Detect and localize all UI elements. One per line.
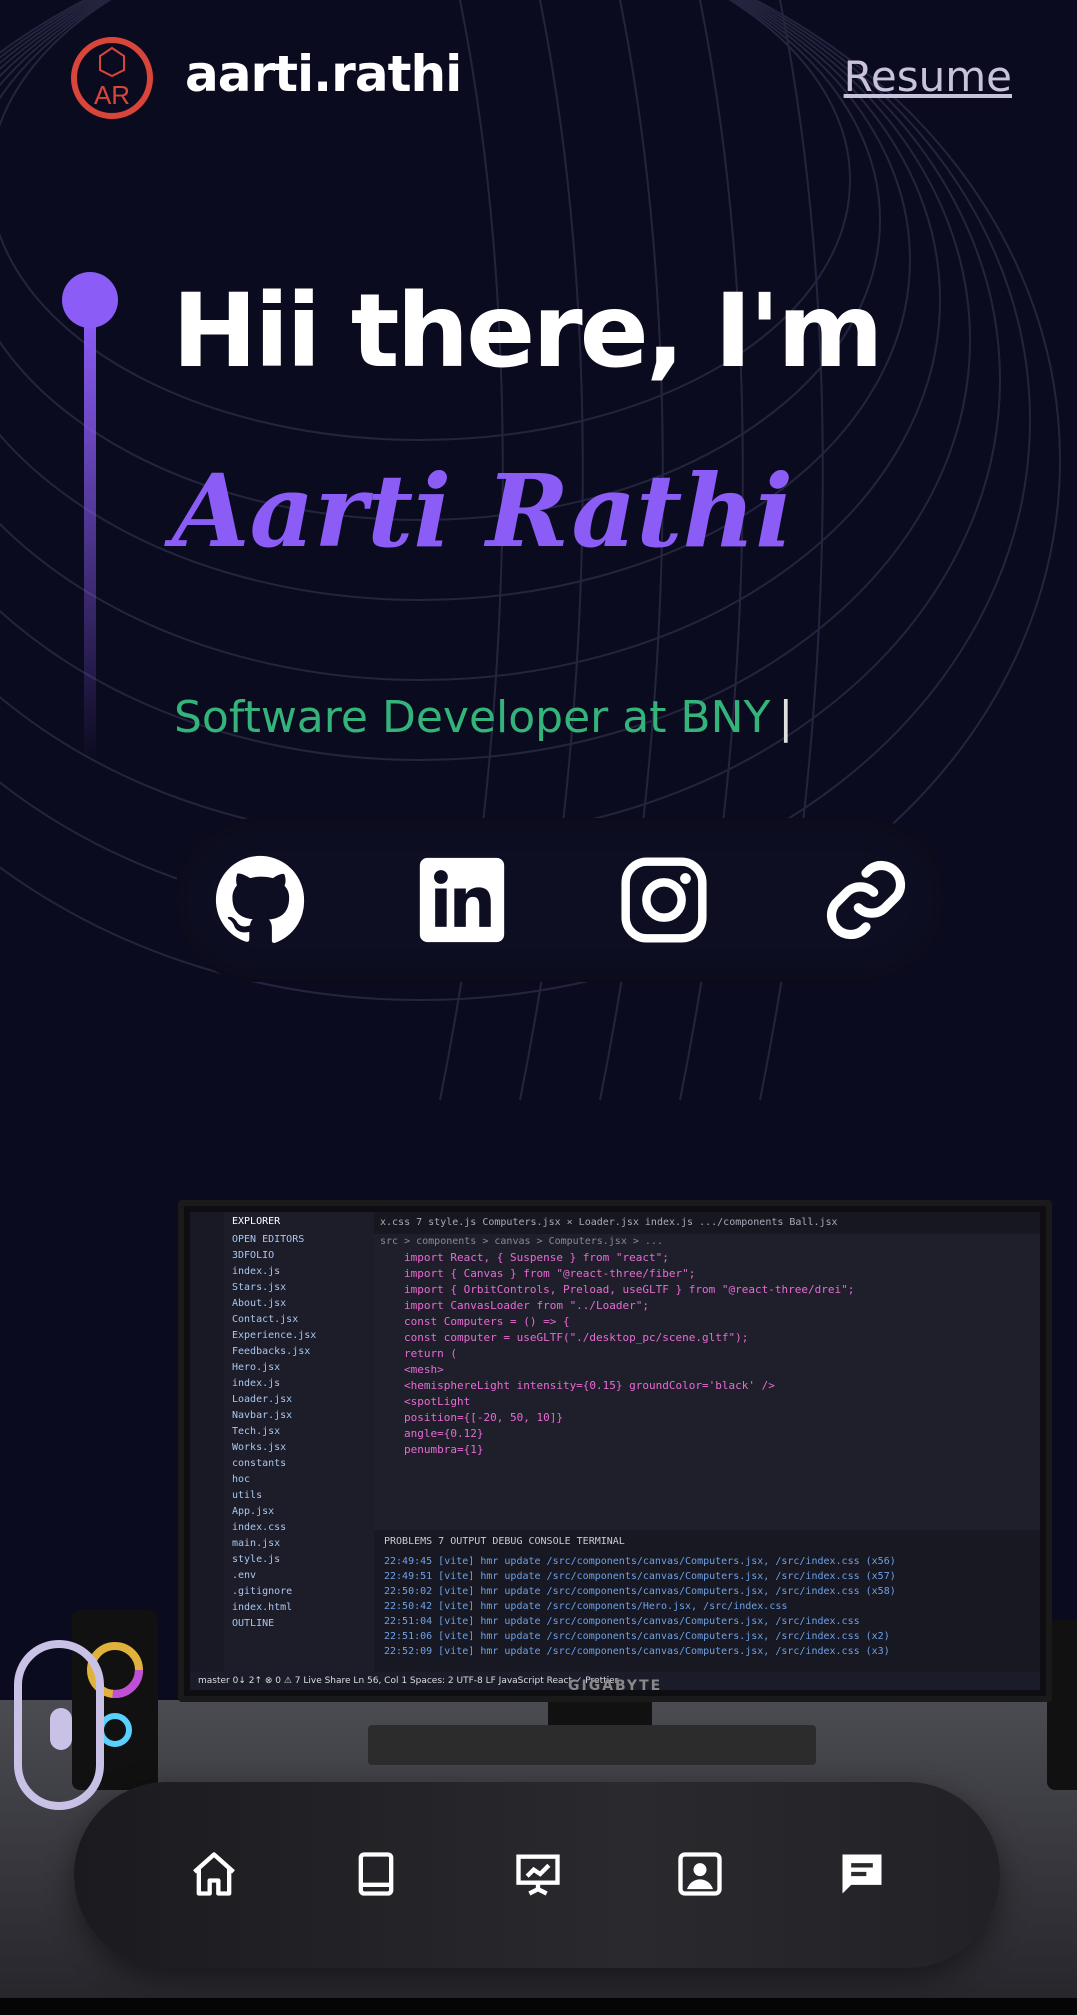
logo-text: AR <box>94 80 130 110</box>
editor-breadcrumb: src > components > canvas > Computers.js… <box>374 1234 1040 1250</box>
book-icon <box>358 1852 394 1896</box>
explorer-item: hoc <box>232 1474 251 1485</box>
nav-book[interactable] <box>348 1846 404 1902</box>
code-line: const computer = useGLTF("./desktop_pc/s… <box>404 1331 749 1344</box>
explorer-item: OUTLINE <box>232 1618 275 1629</box>
vscode-terminal: PROBLEMS 7 OUTPUT DEBUG CONSOLE TERMINAL… <box>374 1530 1040 1672</box>
terminal-lines: 22:49:45 [vite] hmr update /src/componen… <box>374 1554 1040 1659</box>
explorer-list: OPEN EDITORS 3DFOLIO index.js Stars.jsx Abou… <box>224 1232 374 1632</box>
vscode-editor: x.css 7 style.js Computers.jsx × Loader.… <box>374 1212 1040 1530</box>
code-line: penumbra={1} <box>404 1443 484 1456</box>
terminal-line: 22:49:45 [vite] hmr update /src/componen… <box>384 1556 896 1567</box>
explorer-item: Loader.jsx <box>232 1394 293 1405</box>
monitor-base <box>368 1725 816 1765</box>
explorer-item: utils <box>232 1490 263 1501</box>
code-line: <hemisphereLight intensity={0.15} ground… <box>404 1379 775 1392</box>
terminal-line: 22:50:02 [vite] hmr update /src/componen… <box>384 1586 896 1597</box>
code-line: import React, { Suspense } from "react"; <box>404 1251 669 1264</box>
code-line: <mesh> <box>404 1363 444 1376</box>
scroll-indicator[interactable] <box>14 1640 104 1810</box>
hero-greeting: Hii there, I'm <box>172 272 884 391</box>
explorer-item: Navbar.jsx <box>232 1410 293 1421</box>
scroll-dot <box>50 1708 72 1750</box>
explorer-item: Stars.jsx <box>232 1282 287 1293</box>
hero-name: Aarti Rathi <box>172 452 794 570</box>
explorer-item: index.js <box>232 1266 281 1277</box>
explorer-item: Hero.jsx <box>232 1362 281 1373</box>
instagram-icon <box>621 857 707 943</box>
code-line: import CanvasLoader from "../Loader"; <box>404 1299 650 1312</box>
explorer-item: .env <box>232 1570 257 1581</box>
logo[interactable]: AR <box>68 34 156 122</box>
explorer-item: style.js <box>232 1554 281 1565</box>
resume-link[interactable]: Resume <box>844 52 1012 101</box>
terminal-tabs: PROBLEMS 7 OUTPUT DEBUG CONSOLE TERMINAL <box>384 1536 625 1547</box>
social-links <box>174 818 946 982</box>
nav-chat[interactable] <box>834 1846 890 1902</box>
vscode-activity-bar <box>190 1212 224 1672</box>
explorer-item: About.jsx <box>232 1298 287 1309</box>
linkedin-icon <box>419 857 505 943</box>
code-line: return ( <box>404 1347 457 1360</box>
code-line: import { Canvas } from "@react-three/fib… <box>404 1267 696 1280</box>
explorer-item: Experience.jsx <box>232 1330 317 1341</box>
github-link[interactable] <box>214 854 306 946</box>
explorer-item: index.css <box>232 1522 287 1533</box>
brand-name[interactable]: aarti.rathi <box>185 45 462 103</box>
chat-icon <box>842 1854 882 1894</box>
bottom-nav <box>74 1782 1000 1968</box>
external-link[interactable] <box>820 854 912 946</box>
link-icon <box>826 860 906 940</box>
terminal-line: 22:49:51 [vite] hmr update /src/componen… <box>384 1571 896 1582</box>
code-line: <spotLight <box>404 1395 471 1408</box>
editor-tabs: x.css 7 style.js Computers.jsx × Loader.… <box>374 1212 1040 1234</box>
code-line: const Computers = () => { <box>404 1315 570 1328</box>
code-line: angle={0.12} <box>404 1427 484 1440</box>
terminal-line: 22:50:42 [vite] hmr update /src/componen… <box>384 1601 788 1612</box>
vscode-window: EXPLORER OPEN EDITORS 3DFOLIO index.js Star… <box>190 1212 1040 1690</box>
monitor-brand: GIGABYTE <box>568 1678 663 1694</box>
terminal-line: 22:51:04 [vite] hmr update /src/componen… <box>384 1616 860 1627</box>
explorer-item: Tech.jsx <box>232 1426 281 1437</box>
explorer-item: index.js <box>232 1378 281 1389</box>
explorer-item: index.html <box>232 1602 293 1613</box>
explorer-item: .gitignore <box>232 1586 293 1597</box>
vscode-explorer: EXPLORER OPEN EDITORS 3DFOLIO index.js Star… <box>224 1212 374 1672</box>
hero-role-text: Software Developer at BNY <box>174 692 771 743</box>
code-line: import { OrbitControls, Preload, useGLTF… <box>404 1283 855 1296</box>
linkedin-link[interactable] <box>416 854 508 946</box>
code-lines: import React, { Suspense } from "react";… <box>374 1250 1040 1458</box>
background-mesh <box>0 0 1061 1101</box>
header: AR aarti.rathi Resume <box>0 0 1077 160</box>
explorer-item: main.jsx <box>232 1538 281 1549</box>
instagram-link[interactable] <box>618 854 710 946</box>
explorer-item: App.jsx <box>232 1506 275 1517</box>
contact-card-icon <box>678 1852 722 1896</box>
monitor: EXPLORER OPEN EDITORS 3DFOLIO index.js Star… <box>178 1200 1052 1702</box>
footer-bar <box>0 1998 1077 2015</box>
terminal-line: 22:51:06 [vite] hmr update /src/componen… <box>384 1631 890 1642</box>
explorer-item: OPEN EDITORS <box>232 1234 305 1245</box>
terminal-line: 22:52:09 [vite] hmr update /src/componen… <box>384 1646 890 1657</box>
home-icon <box>193 1852 235 1896</box>
nav-presentation[interactable] <box>510 1846 566 1902</box>
typing-cursor: | <box>778 692 794 743</box>
nav-contact-card[interactable] <box>672 1846 728 1902</box>
nav-home[interactable] <box>186 1846 242 1902</box>
github-icon <box>215 855 305 943</box>
code-line: position={[-20, 50, 10]} <box>404 1411 563 1424</box>
explorer-title: EXPLORER <box>232 1216 281 1227</box>
presentation-icon <box>516 1854 560 1896</box>
explorer-item: Contact.jsx <box>232 1314 299 1325</box>
explorer-item: 3DFOLIO <box>232 1250 275 1261</box>
explorer-item: Works.jsx <box>232 1442 287 1453</box>
explorer-item: Feedbacks.jsx <box>232 1346 311 1357</box>
hero-role: Software Developer at BNY | <box>174 692 793 743</box>
explorer-item: constants <box>232 1458 287 1469</box>
timeline-line <box>84 320 96 760</box>
